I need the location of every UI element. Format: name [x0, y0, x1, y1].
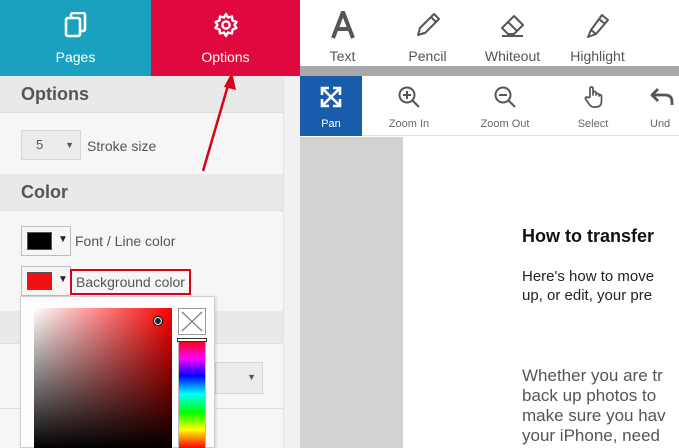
stroke-size-select[interactable]: 5 ▼	[21, 130, 81, 160]
highlighter-icon	[584, 11, 612, 44]
text-icon	[330, 6, 356, 44]
zoom-in-icon	[397, 85, 421, 114]
close-icon	[181, 311, 203, 332]
color-picker-popup	[20, 296, 215, 448]
zoom-out-button[interactable]: Zoom Out	[468, 76, 542, 136]
select-label: Select	[577, 118, 609, 130]
view-toolbar: Pan Zoom In Zoom Out Select Und	[300, 76, 679, 136]
select-button[interactable]: Select	[565, 76, 621, 136]
zoom-in-label: Zoom In	[388, 118, 430, 130]
main-toolbar: Text Pencil Whiteout Highlight	[300, 0, 679, 66]
document-paragraph-2-line-3: make sure you hav	[522, 406, 666, 425]
tab-pages[interactable]: Pages	[0, 0, 151, 76]
hue-slider[interactable]	[178, 339, 206, 448]
document-paragraph-1-line-2: up, or edit, your pre	[522, 287, 653, 304]
document-paragraph-2-line-1: Whether you are tr	[522, 366, 663, 385]
app-window: Pages Options Text Pencil Whiteout Highl…	[0, 0, 679, 448]
tab-pages-label: Pages	[55, 48, 96, 65]
chevron-down-icon: ▼	[65, 140, 74, 150]
color-section-header: Color	[0, 174, 283, 211]
whiteout-tool-label: Whiteout	[484, 48, 541, 64]
options-panel-scrollbar[interactable]	[283, 76, 300, 448]
tab-options[interactable]: Options	[151, 0, 300, 76]
chevron-down-icon: ▼	[247, 372, 256, 382]
pencil-icon	[414, 11, 442, 44]
hand-pointer-icon	[581, 85, 605, 114]
zoom-in-button[interactable]: Zoom In	[372, 76, 446, 136]
highlight-tool-label: Highlight	[570, 48, 625, 64]
options-section-header: Options	[0, 76, 283, 113]
document-paragraph-2-line-2: back up photos to	[522, 386, 657, 405]
chevron-down-icon: ▼	[58, 274, 68, 285]
highlight-tool-button[interactable]: Highlight	[555, 0, 640, 66]
hidden-select[interactable]: ▼	[215, 362, 263, 394]
pencil-tool-button[interactable]: Pencil	[385, 0, 470, 66]
pan-button[interactable]: Pan	[300, 76, 362, 136]
undo-button[interactable]: Und	[650, 76, 679, 136]
tab-options-label: Options	[201, 48, 250, 65]
hue-slider-handle[interactable]	[177, 338, 207, 342]
zoom-out-icon	[493, 85, 517, 114]
whiteout-tool-button[interactable]: Whiteout	[470, 0, 555, 66]
background-color-button[interactable]: ▼	[21, 266, 71, 296]
document-paragraph-1-line-1: Here's how to move	[522, 268, 655, 285]
pencil-tool-label: Pencil	[408, 48, 447, 64]
document-page[interactable]: How to transfer Here's how to move up, o…	[403, 137, 679, 448]
gear-icon	[213, 12, 239, 43]
stroke-size-value: 5	[36, 137, 44, 152]
text-tool-button[interactable]: Text	[300, 0, 385, 66]
pan-label: Pan	[321, 118, 341, 130]
no-color-button[interactable]	[178, 308, 206, 335]
document-paragraph-1: Here's how to move up, or edit, your pre	[522, 267, 654, 305]
document-paragraph-2-line-4: your iPhone, need	[522, 426, 660, 445]
color-picker-handle[interactable]	[154, 317, 162, 325]
document-heading: How to transfer	[522, 226, 655, 246]
zoom-out-label: Zoom Out	[480, 118, 530, 130]
font-color-label: Font / Line color	[75, 233, 176, 249]
saturation-value-area[interactable]	[34, 308, 172, 448]
font-color-swatch	[27, 232, 52, 250]
eraser-icon	[499, 11, 527, 44]
document-paragraph-2: Whether you are tr back up photos to mak…	[522, 366, 666, 446]
text-tool-label: Text	[329, 48, 356, 64]
move-arrows-icon	[319, 85, 343, 114]
pages-icon	[64, 11, 88, 43]
undo-icon	[650, 85, 674, 114]
stroke-size-label: Stroke size	[87, 138, 157, 154]
background-color-swatch	[27, 272, 52, 290]
background-color-label: Background color	[70, 269, 191, 295]
font-color-button[interactable]: ▼	[21, 226, 71, 256]
toolbar-divider	[300, 66, 679, 76]
undo-label: Und	[650, 118, 671, 130]
chevron-down-icon: ▼	[58, 234, 68, 245]
